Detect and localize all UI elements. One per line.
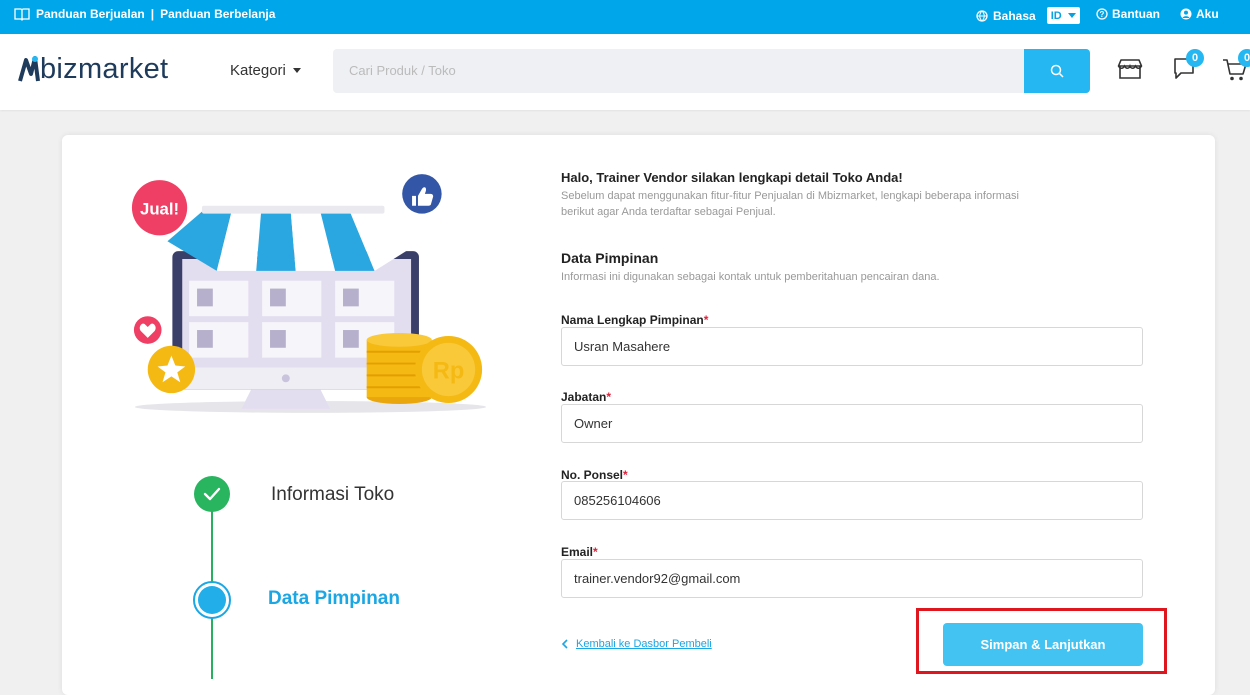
search-icon: [1050, 64, 1064, 78]
language-label: Bahasa: [993, 8, 1036, 23]
cart-badge: 0: [1238, 49, 1250, 67]
position-field[interactable]: [561, 404, 1143, 443]
guide-seller-link[interactable]: Panduan Berjualan: [36, 7, 145, 21]
highlight-box: [916, 608, 1167, 674]
logo-mark-icon: [18, 56, 40, 82]
name-label: Nama Lengkap Pimpinan*: [561, 313, 708, 327]
phone-label: No. Ponsel*: [561, 468, 628, 482]
back-link-label: Kembali ke Dasbor Pembeli: [576, 638, 712, 650]
chat-badge: 0: [1186, 49, 1204, 67]
guide-buyer-link[interactable]: Panduan Berbelanja: [160, 7, 275, 21]
help-label: Bantuan: [1112, 7, 1160, 21]
step-informasi-toko: Informasi Toko: [271, 484, 395, 505]
search-button[interactable]: [1024, 49, 1090, 93]
email-label-text: Email: [561, 545, 594, 559]
required-mark: *: [606, 390, 612, 404]
section-description: Informasi ini digunakan sebagai kontak u…: [561, 271, 940, 283]
chevron-left-icon: [561, 639, 568, 649]
position-label: Jabatan*: [561, 390, 611, 404]
check-icon: [203, 487, 221, 501]
store-icon[interactable]: [1117, 57, 1143, 81]
language-dropdown[interactable]: ID: [1046, 7, 1080, 24]
greeting-description: Sebelum dapat menggunakan fitur-fitur Pe…: [561, 190, 1019, 218]
chevron-down-icon: [1067, 13, 1076, 18]
name-label-text: Nama Lengkap Pimpinan: [561, 313, 704, 327]
step-data-pimpinan: Data Pimpinan: [268, 588, 400, 609]
search-bar: [333, 49, 1090, 93]
greeting-title: Halo, Trainer Vendor silakan lengkapi de…: [561, 170, 903, 185]
category-menu[interactable]: Kategori: [230, 62, 301, 79]
coin-label: Rp: [433, 358, 465, 384]
brand-logo[interactable]: bizmarket: [18, 54, 168, 84]
top-bar: Panduan Berjualan | Panduan Berbelanja B…: [0, 0, 1250, 34]
account-link[interactable]: Aku: [1180, 7, 1219, 21]
globe-icon: [976, 9, 988, 22]
logo-text: bizmarket: [40, 53, 169, 85]
position-label-text: Jabatan: [561, 390, 607, 404]
main-header: bizmarket Kategori 0 0: [0, 34, 1250, 110]
search-input[interactable]: [347, 62, 1011, 79]
help-icon: ?: [1096, 8, 1108, 20]
section-title: Data Pimpinan: [561, 250, 659, 266]
language-value: ID: [1050, 9, 1062, 22]
step-active-dot: [198, 586, 226, 614]
shop-illustration: Jual! Rp: [131, 174, 487, 413]
back-to-buyer-dashboard-link[interactable]: Kembali ke Dasbor Pembeli: [561, 638, 712, 650]
guide-links: Panduan Berjualan | Panduan Berbelanja: [14, 7, 275, 21]
required-mark: *: [703, 313, 709, 327]
help-link[interactable]: ? Bantuan: [1096, 7, 1160, 21]
user-icon: [1180, 8, 1192, 20]
caret-down-icon: [292, 68, 301, 73]
email-label: Email*: [561, 545, 598, 559]
phone-label-text: No. Ponsel: [561, 468, 624, 482]
language-selector[interactable]: Bahasa ID: [976, 7, 1080, 24]
account-label: Aku: [1196, 7, 1219, 21]
name-field[interactable]: [561, 327, 1143, 366]
category-label: Kategori: [230, 62, 286, 79]
required-mark: *: [623, 468, 628, 482]
email-field[interactable]: [561, 559, 1143, 598]
guide-separator: |: [150, 7, 155, 21]
step-completed-indicator: [194, 476, 230, 512]
required-mark: *: [593, 545, 598, 559]
phone-field[interactable]: [561, 481, 1143, 520]
book-icon: [14, 8, 30, 21]
sell-badge-text: Jual!: [140, 200, 179, 219]
svg-text:?: ?: [1100, 10, 1105, 19]
